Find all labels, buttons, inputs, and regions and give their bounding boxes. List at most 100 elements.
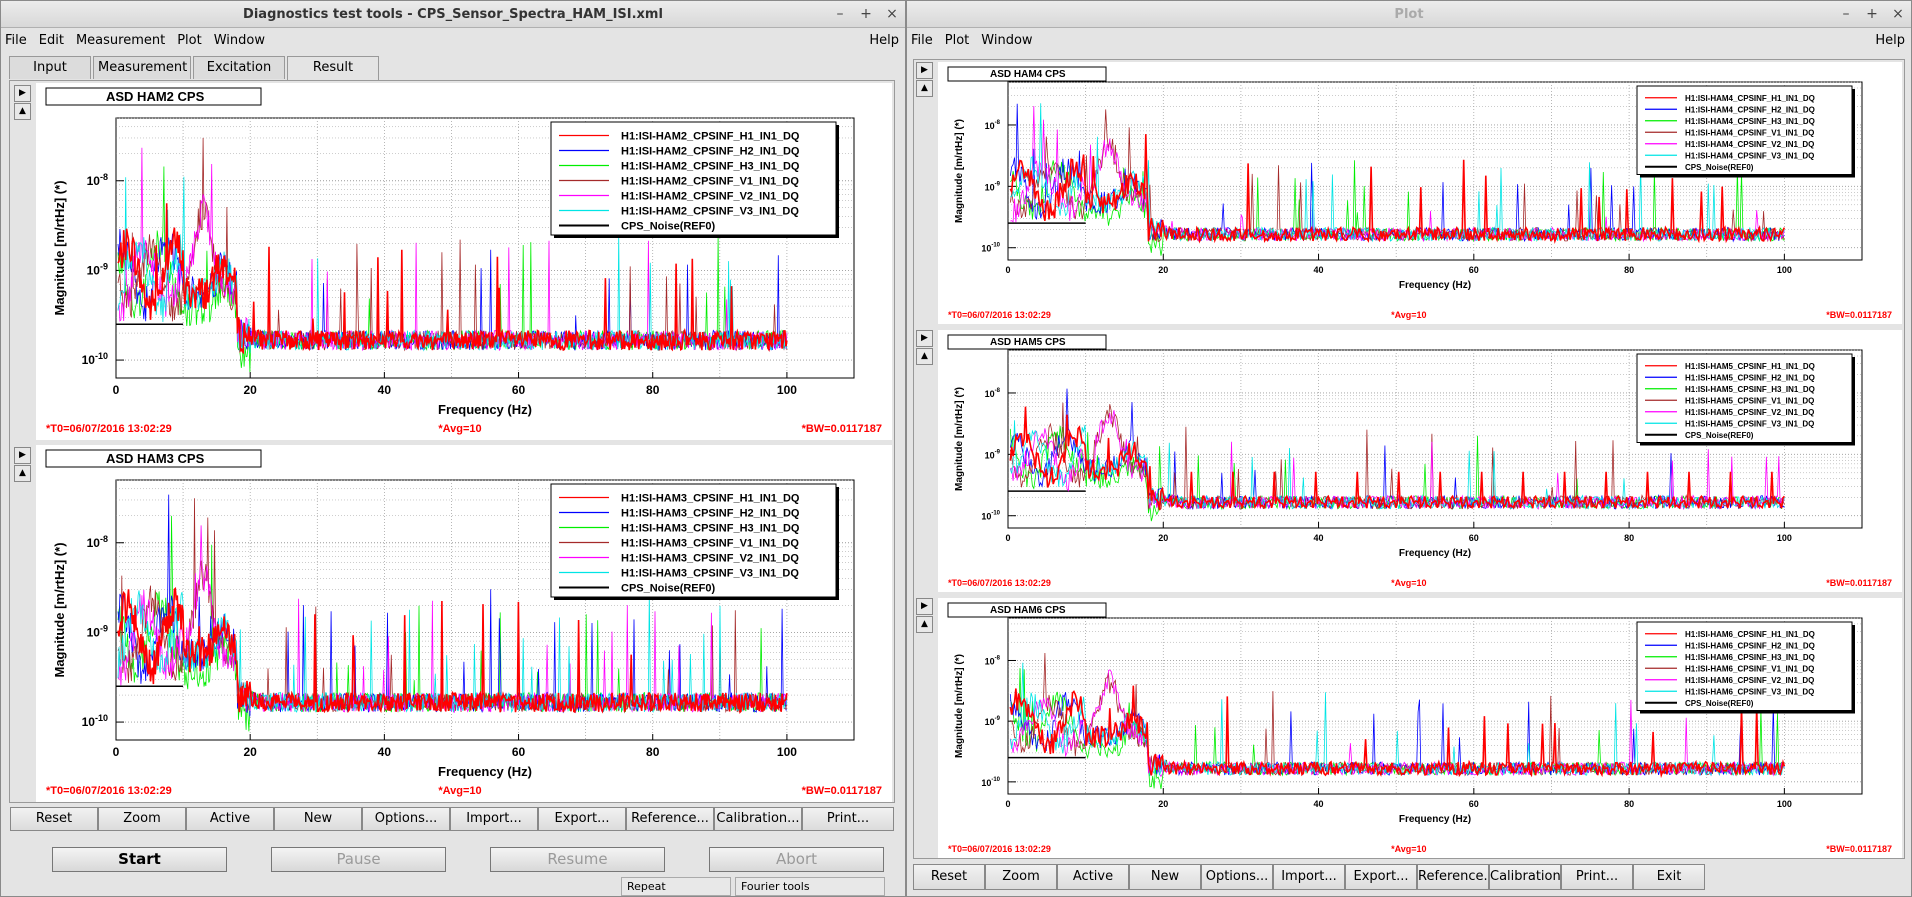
x-tick-label: 60 [512,383,526,397]
footer-avg: *Avg=10 [1391,844,1426,854]
fourier-tools-status: Fourier tools [735,877,885,896]
plot-svg-ham5[interactable]: ASD HAM5 CPS 0 20 40 60 80 100 10-8 10-9 10-10 Fre… [938,330,1902,592]
x-tick-label: 40 [1314,533,1324,543]
legend-label: H1:ISI-HAM3_CPSINF_H2_IN1_DQ [621,508,800,520]
x-tick-label: 40 [378,383,392,397]
legend-label: H1:ISI-HAM5_CPSINF_H3_IN1_DQ [1685,385,1815,394]
minimize-icon[interactable]: – [833,1,847,28]
zoom-button[interactable]: Zoom [98,807,186,831]
menu-window[interactable]: Window [981,33,1032,48]
plot-svg-ham3[interactable]: ASD HAM3 CPS 0 20 40 60 80 100 10-8 10-9 10-10 Fre… [36,445,892,802]
x-tick-label: 0 [113,383,120,397]
plot-window-controls: – + × [1839,1,1905,28]
y-tick-label: 10-10 [82,351,108,367]
menu-file[interactable]: File [5,33,27,48]
import-button[interactable]: Import... [450,807,538,831]
x-tick-label: 60 [512,745,526,759]
zoom-button[interactable]: Zoom [985,864,1057,890]
x-tick-label: 40 [1314,799,1324,809]
x-tick-label: 80 [1624,799,1634,809]
abort-button[interactable]: Abort [709,847,884,872]
new-button[interactable]: New [274,807,362,831]
legend-label: H1:ISI-HAM2_CPSINF_H1_IN1_DQ [621,131,800,143]
x-tick-label: 20 [1158,799,1168,809]
footer-t0: *T0=06/07/2016 13:02:29 [46,423,172,435]
plot-pane-ham3: ASD HAM3 CPS 0 20 40 60 80 100 10-8 10-9 10-10 Fre… [36,445,892,802]
start-button[interactable]: Start [52,847,227,872]
plot-title: ASD HAM4 CPS [990,69,1066,80]
plot-pane-ham5: ASD HAM5 CPS 0 20 40 60 80 100 10-8 10-9 10-10 Fre… [938,330,1902,592]
tab-input[interactable]: Input [9,56,91,79]
pane-up-button[interactable]: ▲ [916,616,933,633]
reference-button[interactable]: Reference... [1417,864,1496,890]
legend-label: H1:ISI-HAM6_CPSINF_H2_IN1_DQ [1685,641,1815,650]
x-tick-label: 40 [1314,265,1324,275]
plot-pane-ham6: ASD HAM6 CPS 0 20 40 60 80 100 10-8 10-9 10-10 Fre… [938,598,1902,858]
tab-measurement[interactable]: Measurement [93,56,191,79]
pause-button[interactable]: Pause [271,847,446,872]
active-button[interactable]: Active [1057,864,1129,890]
maximize-icon[interactable]: + [859,1,873,28]
options-button[interactable]: Options... [362,807,450,831]
calibration-button[interactable]: Calibration... [1489,864,1573,890]
close-icon[interactable]: × [1891,1,1905,28]
reset-button[interactable]: Reset [10,807,98,831]
menu-file[interactable]: File [911,33,933,48]
menu-edit[interactable]: Edit [39,33,64,48]
export-button[interactable]: Export... [1345,864,1417,890]
reference-button[interactable]: Reference... [626,807,714,831]
footer-bw: *BW=0.0117187 [1826,844,1892,854]
resume-button[interactable]: Resume [490,847,665,872]
pane-up-button[interactable]: ▲ [916,80,933,97]
print-button[interactable]: Print... [1561,864,1633,890]
legend-label: H1:ISI-HAM4_CPSINF_H2_IN1_DQ [1685,105,1815,114]
pane-up-button[interactable]: ▲ [14,465,31,482]
footer-avg: *Avg=10 [1391,578,1426,588]
x-tick-label: 80 [646,383,660,397]
window-controls: – + × [833,1,899,28]
minimize-icon[interactable]: – [1839,1,1853,28]
menu-help[interactable]: Help [869,33,899,48]
pane-expand-button[interactable]: ▶ [916,330,933,347]
x-tick-label: 20 [1158,533,1168,543]
pane-expand-button[interactable]: ▶ [14,447,31,464]
plot-window-title: Plot – + × [907,1,1911,28]
print-button[interactable]: Print... [802,807,894,831]
legend-label: H1:ISI-HAM2_CPSINF_V3_IN1_DQ [621,206,799,218]
plot-toolbar: Reset Zoom Active New Options... Import.… [10,807,894,831]
close-icon[interactable]: × [885,1,899,28]
x-tick-label: 80 [1624,265,1634,275]
pane-expand-button[interactable]: ▶ [916,598,933,615]
new-button[interactable]: New [1129,864,1201,890]
menu-window[interactable]: Window [214,33,265,48]
footer-avg: *Avg=10 [438,423,481,435]
y-tick-label: 10-10 [82,713,108,729]
pane-up-button[interactable]: ▲ [916,348,933,365]
tab-excitation[interactable]: Excitation [193,56,285,79]
plot-svg-ham2[interactable]: ASD HAM2 CPS 0 20 40 60 80 100 10-8 10-9 10-10 Fre… [36,83,892,440]
plot-svg-ham4[interactable]: ASD HAM4 CPS 0 20 40 60 80 100 10-8 10-9 10-10 Fre… [938,62,1902,324]
pane-up-button[interactable]: ▲ [14,103,31,120]
import-button[interactable]: Import... [1273,864,1345,890]
reset-button[interactable]: Reset [913,864,985,890]
window-title: Diagnostics test tools - CPS_Sensor_Spec… [1,1,905,28]
menu-plot[interactable]: Plot [945,33,970,48]
calibration-button[interactable]: Calibration... [714,807,802,831]
pane-expand-button[interactable]: ▶ [14,85,31,102]
legend-label: H1:ISI-HAM5_CPSINF_V1_IN1_DQ [1685,396,1814,405]
export-button[interactable]: Export... [538,807,626,831]
plot-svg-ham6[interactable]: ASD HAM6 CPS 0 20 40 60 80 100 10-8 10-9 10-10 Fre… [938,598,1902,858]
maximize-icon[interactable]: + [1865,1,1879,28]
pane-expand-button[interactable]: ▶ [916,62,933,79]
y-tick-label: 10-9 [87,623,108,639]
legend-label: CPS_Noise(REF0) [621,221,715,233]
exit-button[interactable]: Exit [1633,864,1705,890]
menu-plot[interactable]: Plot [177,33,202,48]
menu-measurement[interactable]: Measurement [76,33,165,48]
legend-label: H1:ISI-HAM2_CPSINF_V2_IN1_DQ [621,191,799,203]
tab-result[interactable]: Result [287,56,379,81]
menu-help[interactable]: Help [1875,33,1905,48]
options-button[interactable]: Options... [1201,864,1273,890]
x-axis-label: Frequency (Hz) [1399,280,1471,291]
active-button[interactable]: Active [186,807,274,831]
